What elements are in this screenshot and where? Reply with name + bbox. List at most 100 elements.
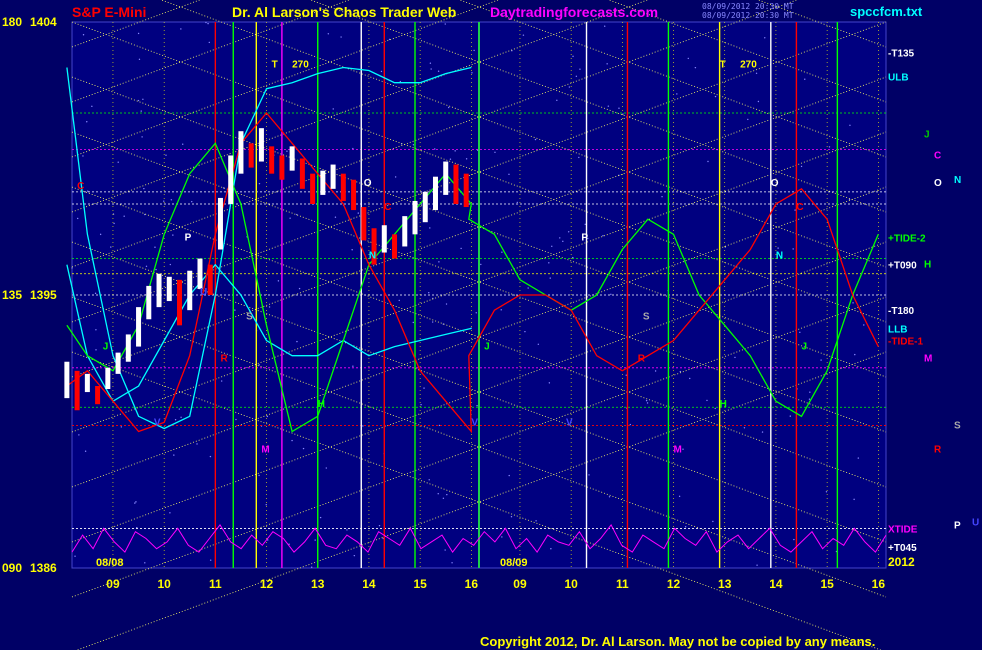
price-bar: [279, 155, 285, 180]
time-marker: 270: [292, 60, 309, 71]
background-dot: [113, 222, 115, 225]
background-dot: [454, 150, 456, 152]
background-dot: [334, 216, 337, 218]
background-dot: [559, 237, 561, 239]
background-dot: [180, 28, 182, 30]
background-dot: [137, 32, 140, 35]
background-dot: [551, 245, 553, 248]
background-dot: [584, 223, 586, 226]
margin-letter: S: [954, 420, 961, 431]
price-bar: [340, 173, 346, 201]
background-dot: [522, 34, 525, 36]
background-dot: [155, 268, 157, 271]
background-dot: [95, 329, 97, 331]
price-bar: [187, 270, 193, 311]
chart-letter: M: [261, 445, 269, 456]
symbol-title: S&P E-Mini: [72, 4, 147, 20]
background-dot: [298, 287, 301, 290]
background-dot: [689, 377, 691, 380]
background-dot: [438, 261, 440, 263]
background-dot: [394, 176, 397, 178]
chart-letter: J: [802, 342, 808, 353]
background-dot: [398, 299, 400, 302]
background-dot: [431, 321, 434, 323]
background-dot: [266, 415, 269, 418]
copyright: Copyright 2012, Dr. Al Larson. May not b…: [480, 634, 876, 649]
background-dot: [712, 520, 714, 523]
background-dot: [548, 262, 550, 264]
background-dot: [777, 247, 779, 249]
year-label: 2012: [888, 555, 915, 569]
background-dot: [78, 434, 80, 436]
chaos-chart: CPJUSRVMHOCNVJPSVRMHONCJT 270 T 270180 14041…: [2, 0, 979, 650]
background-dot: [154, 246, 156, 248]
y-axis-label-price: 1395: [30, 288, 57, 302]
background-dot: [296, 340, 298, 343]
y-axis-label-left: 180: [2, 15, 22, 29]
background-dot: [286, 150, 288, 152]
background-dot: [755, 72, 758, 75]
background-dot: [134, 502, 136, 504]
data-filename: spccfcm.txt: [850, 4, 923, 19]
background-dot: [289, 217, 291, 219]
margin-letter: U: [972, 518, 979, 529]
background-dot: [707, 160, 709, 163]
background-dot: [524, 330, 526, 333]
margin-letter: J: [924, 129, 930, 140]
chart-letter: C: [796, 202, 803, 213]
background-dot: [332, 108, 334, 110]
background-dot: [809, 391, 811, 393]
background-dot: [351, 249, 353, 251]
background-dot: [325, 467, 327, 469]
price-bar: [299, 158, 305, 189]
background-dot: [471, 72, 473, 74]
background-dot: [451, 562, 453, 564]
background-dot: [172, 234, 174, 236]
background-dot: [378, 524, 381, 527]
x-tick-label: 10: [564, 577, 578, 591]
chart-letter: S: [643, 311, 650, 322]
x-tick-label: 11: [209, 577, 222, 591]
background-dot: [191, 200, 193, 203]
background-dot: [572, 256, 574, 259]
background-dot: [346, 529, 348, 531]
price-bar: [228, 155, 234, 204]
background-dot: [209, 559, 212, 561]
background-dot: [764, 37, 766, 39]
margin-letter: N: [954, 175, 961, 186]
price-bar: [64, 361, 70, 399]
background-dot: [163, 200, 165, 202]
background-dot: [757, 100, 760, 103]
background-dot: [476, 405, 478, 407]
background-dot: [756, 564, 758, 566]
background-dot: [853, 498, 855, 501]
background-dot: [169, 263, 172, 266]
background-dot: [687, 57, 689, 60]
chart-letter: C: [77, 181, 84, 192]
price-bar: [351, 179, 357, 211]
y-axis-label-left: 090: [2, 561, 22, 575]
background-dot: [444, 23, 446, 25]
site-link[interactable]: Daytradingforecasts.com: [490, 4, 658, 20]
price-bar: [238, 131, 244, 174]
timestamp-1: 08/09/2012 20:30 MT: [702, 2, 794, 11]
background-dot: [852, 302, 854, 304]
price-bar: [197, 258, 203, 289]
price-bar: [432, 176, 438, 211]
background-dot: [437, 70, 440, 72]
background-dot: [428, 291, 430, 294]
price-bar: [166, 276, 172, 302]
background-dot: [550, 548, 552, 550]
background-dot: [446, 493, 448, 496]
background-dot: [196, 443, 198, 445]
background-dot: [549, 277, 551, 279]
background-dot: [430, 68, 432, 70]
price-bar: [453, 164, 459, 204]
background-dot: [445, 303, 448, 305]
background-dot: [173, 454, 175, 456]
background-dot: [340, 36, 342, 38]
background-dot: [258, 364, 260, 366]
chart-letter: O: [364, 178, 372, 189]
background-dot: [428, 479, 430, 481]
background-dot: [412, 144, 415, 146]
